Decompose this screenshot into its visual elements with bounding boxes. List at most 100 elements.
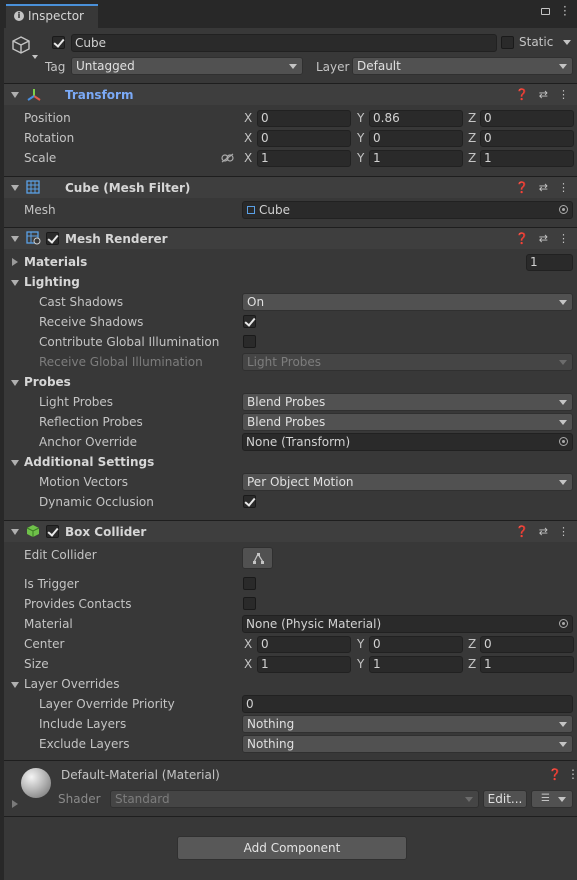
lighting-label[interactable]: Lighting	[24, 275, 80, 289]
axis-y-label[interactable]: Y	[357, 131, 364, 145]
axis-z-label[interactable]: Z	[468, 111, 476, 125]
probes-label[interactable]: Probes	[24, 375, 71, 389]
layer-dropdown[interactable]: Default	[352, 57, 573, 75]
dynamic-occlusion-checkbox[interactable]	[243, 495, 256, 508]
box-collider-header[interactable]: Box Collider ❓ ⇄ ⋮	[4, 520, 577, 542]
axis-z-label[interactable]: Z	[468, 657, 476, 671]
scale-x-field[interactable]: 1	[257, 150, 351, 167]
position-y-field[interactable]: 0.86	[369, 110, 463, 127]
icon-dropdown-arrow[interactable]	[32, 55, 38, 59]
help-icon[interactable]: ❓	[515, 525, 529, 538]
mesh-renderer-enabled-checkbox[interactable]	[46, 232, 59, 245]
static-checkbox[interactable]	[501, 36, 514, 49]
preset-icon[interactable]: ⇄	[539, 181, 548, 194]
axis-y-label[interactable]: Y	[357, 637, 364, 651]
help-icon[interactable]: ❓	[515, 232, 529, 245]
axis-x-label[interactable]: X	[244, 111, 252, 125]
axis-z-label[interactable]: Z	[468, 131, 476, 145]
center-y-field[interactable]: 0	[369, 636, 463, 653]
box-collider-enabled-checkbox[interactable]	[46, 525, 59, 538]
light-probes-dropdown[interactable]: Blend Probes	[242, 393, 573, 411]
axis-y-label[interactable]: Y	[357, 151, 364, 165]
rotation-x-field[interactable]: 0	[257, 130, 351, 147]
center-x-field[interactable]: 0	[257, 636, 351, 653]
reflection-probes-dropdown[interactable]: Blend Probes	[242, 413, 573, 431]
lighting-fold-icon[interactable]	[11, 280, 19, 286]
mesh-filter-header[interactable]: Cube (Mesh Filter) ❓ ⇄ ⋮	[4, 176, 577, 198]
help-icon[interactable]: ❓	[515, 181, 529, 194]
preset-icon[interactable]: ⇄	[539, 88, 548, 101]
exclude-layers-dropdown[interactable]: Nothing	[242, 735, 573, 753]
material-help-icon[interactable]: ❓	[548, 768, 562, 781]
physic-material-field[interactable]: None (Physic Material)	[242, 615, 573, 633]
context-menu-icon[interactable]: ⋮	[558, 232, 569, 245]
motion-vectors-dropdown[interactable]: Per Object Motion	[242, 473, 573, 491]
axis-y-label[interactable]: Y	[357, 111, 364, 125]
scale-z-field[interactable]: 1	[480, 150, 574, 167]
mesh-object-field[interactable]: Cube	[242, 201, 573, 219]
anchor-override-field[interactable]: None (Transform)	[242, 433, 573, 451]
fold-arrow-icon[interactable]	[11, 185, 19, 191]
add-component-button[interactable]: Add Component	[177, 836, 407, 860]
lock-icon[interactable]	[541, 8, 550, 15]
context-menu-icon[interactable]: ⋮	[558, 525, 569, 538]
cast-shadows-dropdown[interactable]: On	[242, 293, 573, 311]
context-menu-icon[interactable]: ⋮	[558, 181, 569, 194]
constrain-proportions-icon[interactable]	[221, 152, 234, 163]
axis-x-label[interactable]: X	[244, 151, 252, 165]
fold-arrow-icon[interactable]	[11, 236, 19, 242]
help-icon[interactable]: ❓	[515, 88, 529, 101]
layer-overrides-fold-icon[interactable]	[11, 682, 19, 688]
position-z-field[interactable]: 0	[480, 110, 574, 127]
material-context-menu-icon[interactable]: ⋮	[567, 767, 577, 781]
shader-list-button[interactable]: ☰	[531, 790, 573, 808]
axis-z-label[interactable]: Z	[468, 637, 476, 651]
axis-x-label[interactable]: X	[244, 637, 252, 651]
preset-icon[interactable]: ⇄	[539, 525, 548, 538]
material-preview-sphere[interactable]	[21, 768, 51, 798]
probes-fold-icon[interactable]	[11, 380, 19, 386]
contribute-gi-checkbox[interactable]	[243, 335, 256, 348]
receive-shadows-checkbox[interactable]	[243, 315, 256, 328]
size-y-field[interactable]: 1	[369, 656, 463, 673]
object-picker-icon[interactable]	[559, 205, 568, 214]
materials-count-field[interactable]: 1	[526, 254, 573, 271]
object-name-input[interactable]: Cube	[71, 34, 497, 52]
rotation-z-field[interactable]: 0	[480, 130, 574, 147]
center-z-field[interactable]: 0	[480, 636, 574, 653]
additional-settings-label[interactable]: Additional Settings	[24, 455, 154, 469]
edit-collider-button[interactable]	[242, 547, 273, 569]
fold-arrow-icon[interactable]	[11, 92, 19, 98]
mesh-renderer-header[interactable]: Mesh Renderer ❓ ⇄ ⋮	[4, 227, 577, 249]
size-x-field[interactable]: 1	[257, 656, 351, 673]
size-z-field[interactable]: 1	[480, 656, 574, 673]
additional-settings-fold-icon[interactable]	[11, 460, 19, 466]
fold-arrow-icon[interactable]	[11, 529, 19, 535]
position-x-field[interactable]: 0	[257, 110, 351, 127]
context-menu-icon[interactable]: ⋮	[558, 88, 569, 101]
tab-inspector[interactable]: i Inspector	[6, 4, 98, 28]
is-trigger-checkbox[interactable]	[243, 577, 256, 590]
axis-x-label[interactable]: X	[244, 657, 252, 671]
material-fold-icon[interactable]	[12, 800, 18, 808]
materials-label[interactable]: Materials	[24, 255, 87, 269]
preset-icon[interactable]: ⇄	[539, 232, 548, 245]
tag-dropdown[interactable]: Untagged	[71, 57, 303, 75]
include-layers-dropdown[interactable]: Nothing	[242, 715, 573, 733]
rotation-y-field[interactable]: 0	[369, 130, 463, 147]
object-picker-icon[interactable]	[559, 619, 568, 628]
priority-field[interactable]: 0	[242, 695, 573, 713]
layer-overrides-label[interactable]: Layer Overrides	[24, 677, 119, 691]
provides-contacts-checkbox[interactable]	[243, 597, 256, 610]
shader-dropdown[interactable]: Standard	[110, 790, 479, 808]
scale-y-field[interactable]: 1	[369, 150, 463, 167]
static-dropdown-arrow[interactable]	[563, 40, 571, 45]
axis-z-label[interactable]: Z	[468, 151, 476, 165]
object-picker-icon[interactable]	[559, 437, 568, 446]
shader-edit-button[interactable]: Edit...	[483, 790, 527, 808]
axis-x-label[interactable]: X	[244, 131, 252, 145]
transform-header[interactable]: Transform ❓ ⇄ ⋮	[4, 83, 577, 105]
axis-y-label[interactable]: Y	[357, 657, 364, 671]
materials-fold-icon[interactable]	[12, 258, 18, 266]
menu-kebab-icon[interactable]: · · ·	[563, 1, 567, 21]
